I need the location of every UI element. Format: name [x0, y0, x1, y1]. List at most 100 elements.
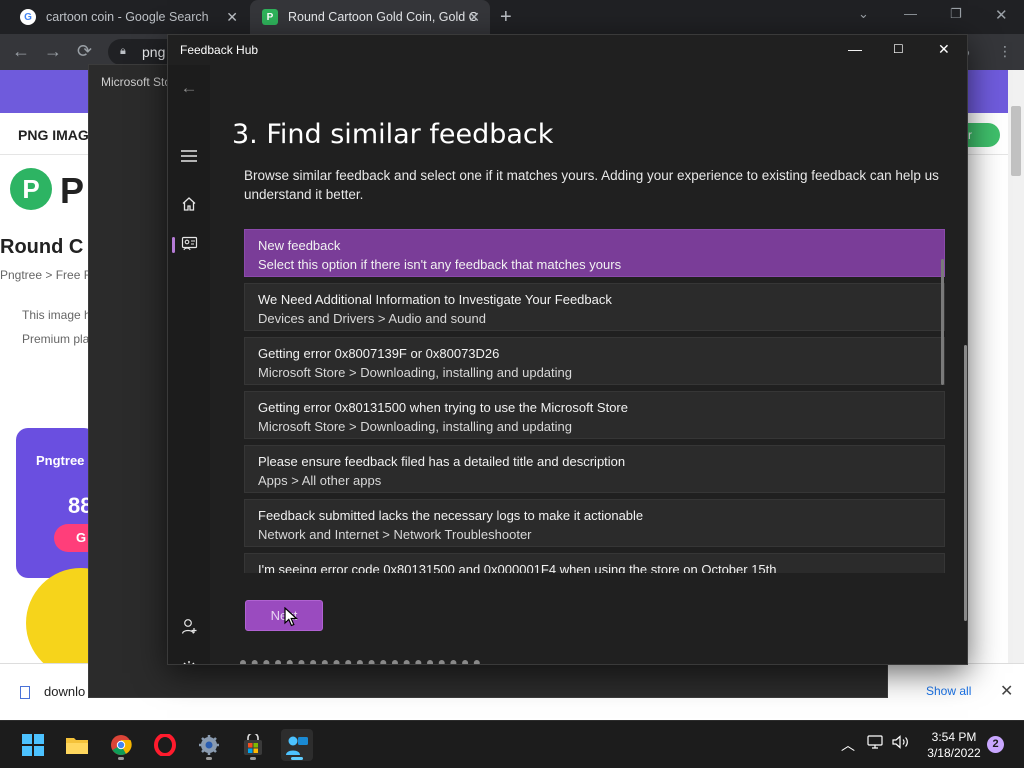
file-icon: [20, 686, 30, 700]
item-subtitle: Microsoft Store > Downloading, installin…: [258, 365, 572, 380]
browser-minimize-icon[interactable]: —: [904, 6, 917, 21]
taskbar-file-explorer[interactable]: [61, 729, 93, 761]
pngtree-logo-text: P: [60, 170, 85, 211]
close-tab-icon[interactable]: ✕: [468, 9, 480, 26]
list-item[interactable]: Getting error 0x80131500 when trying to …: [244, 391, 945, 439]
lock-icon: 🔒︎: [120, 45, 126, 57]
gear-icon[interactable]: [178, 657, 200, 664]
browser-tab-pngtree[interactable]: P Round Cartoon Gold Coin, Gold C ✕: [250, 0, 490, 34]
tab-title: Round Cartoon Gold Coin, Gold C: [288, 10, 478, 24]
item-title: I'm seeing error code 0x80131500 and 0x0…: [258, 562, 777, 573]
home-icon[interactable]: [178, 193, 200, 215]
download-item[interactable]: downlo: [20, 684, 86, 700]
taskbar-opera[interactable]: [149, 729, 181, 761]
close-icon[interactable]: ✕: [938, 41, 950, 58]
running-indicator: [118, 757, 124, 760]
chrome-icon: [111, 735, 132, 755]
start-icon: [22, 734, 44, 756]
item-subtitle: Microsoft Store > Downloading, installin…: [258, 419, 572, 434]
running-indicator: [250, 757, 256, 760]
store-icon: [244, 734, 262, 755]
taskbar-feedback-hub[interactable]: [281, 729, 313, 761]
window-title: Feedback Hub: [180, 43, 259, 57]
running-indicator: [206, 757, 212, 760]
browser-close-icon[interactable]: ✕: [995, 6, 1008, 24]
image-note: This image h: [22, 308, 91, 322]
content-scrollbar[interactable]: [964, 345, 967, 621]
download-filename: downlo: [44, 684, 86, 699]
show-all-link[interactable]: Show all: [926, 684, 971, 698]
item-title: We Need Additional Information to Invest…: [258, 292, 612, 307]
promo-card: Pngtree 88 G: [16, 428, 104, 578]
item-title: New feedback: [258, 238, 341, 253]
list-item-new-feedback[interactable]: New feedback Select this option if there…: [244, 229, 945, 277]
settings-icon: [199, 735, 219, 755]
close-download-bar-icon[interactable]: ✕: [1000, 681, 1013, 701]
active-indicator: [291, 757, 303, 760]
volume-icon[interactable]: [892, 735, 910, 752]
ms-store-title: Microsoft Sto: [101, 75, 172, 89]
forward-arrow-icon[interactable]: →: [44, 41, 62, 62]
active-indicator: [172, 237, 175, 253]
show-hidden-icons-chevron-icon[interactable]: ︿: [841, 735, 855, 755]
list-item[interactable]: Feedback submitted lacks the necessary l…: [244, 499, 945, 547]
tab-title: cartoon coin - Google Search: [46, 10, 209, 24]
feedback-hub-titlebar[interactable]: Feedback Hub — ☐ ✕: [168, 35, 967, 65]
clock-time: 3:54 PM: [931, 730, 977, 744]
feedback-hub-content: 3. Find similar feedback Browse similar …: [210, 65, 967, 664]
back-arrow-icon[interactable]: ←: [12, 41, 30, 62]
maximize-icon[interactable]: ☐: [893, 42, 904, 56]
taskbar-microsoft-store[interactable]: [237, 729, 269, 761]
list-item[interactable]: Getting error 0x8007139F or 0x80073D26 M…: [244, 337, 945, 385]
network-icon[interactable]: [867, 735, 883, 752]
browser-tab-google-search[interactable]: G cartoon coin - Google Search ✕: [8, 0, 248, 34]
promo-title: Pngtree: [36, 453, 85, 468]
clock-date: 3/18/2022: [927, 746, 981, 760]
item-title: Please ensure feedback filed has a detai…: [258, 454, 626, 469]
chrome-tab-strip: G cartoon coin - Google Search ✕ P Round…: [0, 0, 1024, 34]
address-text: png: [142, 44, 166, 60]
item-title: Getting error 0x80131500 when trying to …: [258, 400, 628, 415]
item-subtitle: Select this option if there isn't any fe…: [258, 257, 622, 272]
feedback-hub-icon: [286, 736, 308, 755]
scroll-thumb[interactable]: [1011, 106, 1021, 176]
premium-note: Premium pla: [22, 332, 90, 346]
taskbar-settings[interactable]: [193, 729, 225, 761]
taskbar: ︿ 3:54 PM 3/18/2022 2: [0, 720, 1024, 768]
file-explorer-icon: [66, 738, 88, 754]
google-favicon-icon: G: [20, 9, 36, 25]
similar-feedback-list[interactable]: New feedback Select this option if there…: [244, 229, 945, 573]
start-button[interactable]: [17, 729, 49, 761]
chrome-menu-icon[interactable]: ⋮: [998, 43, 1012, 60]
feedback-hub-window: Feedback Hub — ☐ ✕ ← 3. Find similar fee…: [167, 34, 968, 665]
feedback-icon[interactable]: [178, 233, 200, 255]
new-tab-button[interactable]: +: [500, 6, 512, 29]
taskbar-chrome[interactable]: [105, 729, 137, 761]
list-item[interactable]: Please ensure feedback filed has a detai…: [244, 445, 945, 493]
close-tab-icon[interactable]: ✕: [226, 9, 238, 26]
breadcrumb[interactable]: Pngtree > Free F: [0, 268, 91, 282]
page-title: 3. Find similar feedback: [232, 119, 554, 150]
add-account-icon[interactable]: [178, 615, 200, 637]
minimize-icon[interactable]: —: [848, 41, 862, 57]
list-item[interactable]: I'm seeing error code 0x80131500 and 0x0…: [244, 553, 945, 573]
back-arrow-icon[interactable]: ←: [178, 77, 200, 99]
page-description: Browse similar feedback and select one i…: [244, 168, 939, 202]
tab-search-icon[interactable]: ⌄: [858, 6, 869, 22]
page-title: Round C: [0, 236, 84, 258]
item-title: Getting error 0x8007139F or 0x80073D26: [258, 346, 500, 361]
list-item[interactable]: We Need Additional Information to Invest…: [244, 283, 945, 331]
browser-restore-icon[interactable]: ❐: [950, 6, 962, 22]
item-subtitle: Apps > All other apps: [258, 473, 382, 488]
reload-icon[interactable]: ⟳: [77, 41, 92, 62]
item-subtitle: Devices and Drivers > Audio and sound: [258, 311, 486, 326]
page-scrollbar[interactable]: [1008, 70, 1024, 663]
list-scrollbar[interactable]: [941, 259, 944, 385]
clock[interactable]: 3:54 PM 3/18/2022: [922, 729, 986, 761]
item-subtitle: Network and Internet > Network Troublesh…: [258, 527, 532, 542]
notification-badge[interactable]: 2: [987, 736, 1004, 753]
mouse-cursor-icon: [284, 607, 298, 627]
nav-png-images[interactable]: PNG IMAG: [18, 127, 89, 143]
item-title: Feedback submitted lacks the necessary l…: [258, 508, 644, 523]
hamburger-menu-icon[interactable]: [178, 145, 200, 167]
